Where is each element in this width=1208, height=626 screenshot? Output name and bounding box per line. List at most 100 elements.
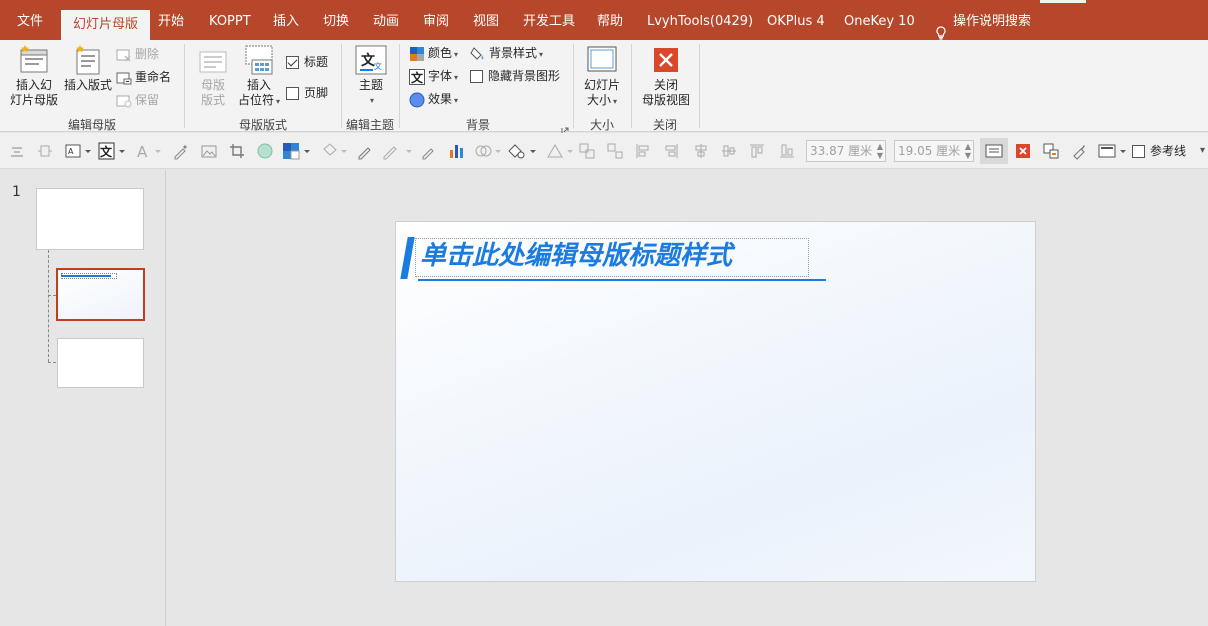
brush-icon[interactable] [1070,142,1088,160]
tab-lvyhtools[interactable]: LvyhTools(0429) [647,0,753,40]
effects-button[interactable]: 效果 ▾ [409,89,458,109]
colors-button[interactable]: 颜色 ▾ [409,43,458,63]
slide-title[interactable]: 单击此处编辑母版标题样式 [420,238,732,274]
group-label-background: 背景 [465,118,490,132]
svg-text:文: 文 [374,61,382,71]
dropdown-caret-icon: ▾ [454,73,459,82]
spinner-icon[interactable]: ▲ ▼ [965,142,971,160]
fonts-button[interactable]: 文字体 ▾ [409,66,458,86]
ribbon: 插入幻 灯片母版 插入版式 删除 重命名 保留 编辑母版 母版 版式 插入 占位… [0,40,1208,135]
width-input[interactable]: 33.87 厘米 ▲ ▼ [806,140,886,162]
font-color-icon[interactable]: A [136,142,162,161]
selection-pane-icon[interactable] [985,142,1003,160]
master-layout-button[interactable]: 母版 版式 [192,44,234,108]
slide-master-thumbnail[interactable] [36,188,144,250]
dropdown-caret-icon: ▾ [454,96,459,105]
tab-transitions[interactable]: 切换 [323,0,349,40]
align-center-icon[interactable] [692,142,710,160]
background-styles-label: 背景样式 [489,46,538,60]
tab-animations[interactable]: 动画 [373,0,399,40]
rename-label: 重命名 [135,70,172,84]
slide-number: 1 [12,184,21,200]
dialog-launcher-icon[interactable] [561,120,569,135]
delete-red-icon[interactable] [1014,142,1032,160]
picture-icon[interactable] [200,142,218,160]
chart-icon[interactable] [448,142,466,160]
tab-home[interactable]: 开始 [158,0,184,40]
tab-insert[interactable]: 插入 [273,0,299,40]
delete-icon [116,49,131,61]
layout-thumbnail-selected[interactable] [56,268,145,321]
tab-developer[interactable]: 开发工具 [523,0,575,40]
shape-fill-icon[interactable] [256,142,274,160]
dropdown-caret-icon: ▾ [613,97,618,106]
footer-check-icon [286,87,299,100]
insert-layout-button[interactable]: 插入版式 [62,44,114,93]
distribute-icon[interactable] [36,142,54,160]
title-check-icon [286,56,299,69]
tab-review[interactable]: 审阅 [423,0,449,40]
align-left-icon[interactable] [634,142,652,160]
align-bottom-icon[interactable] [778,142,796,160]
pen-icon[interactable] [356,142,374,160]
spinner-icon[interactable]: ▲ ▼ [877,142,883,160]
tab-onekey[interactable]: OneKey 10 [844,0,915,40]
preserve-label: 保留 [135,93,160,107]
tab-koppt[interactable]: KOPPT [209,0,251,40]
height-value: 19.05 厘米 [898,144,961,158]
insert-placeholder-button[interactable]: 插入 占位符 ▾ [236,44,282,109]
effects-label: 效果 [428,92,453,106]
slide-size-button[interactable]: 幻灯片 大小 ▾ [580,44,624,109]
delete-button[interactable]: 删除 [116,44,159,64]
shapes-icon[interactable] [506,142,538,160]
align-top-icon[interactable] [748,142,766,160]
align-middle-icon[interactable] [720,142,738,160]
footer-checkbox[interactable]: 页脚 [286,83,328,103]
tab-view[interactable]: 视图 [473,0,499,40]
preserve-button[interactable]: 保留 [116,90,159,110]
guides-checkbox[interactable]: 参考线 [1132,142,1186,159]
textbox-icon[interactable]: A [64,142,92,160]
height-input[interactable]: 19.05 厘米 ▲ ▼ [894,140,974,162]
align-right-icon[interactable] [662,142,680,160]
connector-line [48,295,56,296]
title-checkbox[interactable]: 标题 [286,52,328,72]
slide-canvas[interactable]: 单击此处编辑母版标题样式 [395,221,1036,582]
toolbar-overflow-chevron-icon[interactable]: ▾ [1200,145,1205,156]
rename-button[interactable]: 重命名 [116,67,171,87]
themes-button[interactable]: 文 文 主题 ▾ [350,44,392,108]
edit-shape-icon[interactable] [382,142,414,160]
close-master-view-button[interactable]: 关闭 母版视图 [638,44,694,108]
title-checkbox-label: 标题 [304,55,329,69]
format-painter-icon[interactable] [1042,142,1060,160]
color-block-icon[interactable] [282,142,312,160]
align-icon[interactable] [8,142,26,160]
eyedropper-icon[interactable] [172,142,190,160]
ungroup-icon[interactable] [606,142,624,160]
hide-background-graphics-checkbox[interactable]: 隐藏背景图形 [470,66,560,86]
tab-okplus[interactable]: OKPlus 4 [767,0,825,40]
tell-me-search[interactable]: 操作说明搜索 [935,0,1031,40]
master-layout-label-1: 母版 [200,78,225,92]
background-styles-button[interactable]: 背景样式 ▾ [470,43,543,63]
tab-file[interactable]: 文件 [17,0,43,40]
footer-checkbox-label: 页脚 [304,86,329,100]
crop-icon[interactable] [228,142,246,160]
tab-help[interactable]: 帮助 [597,0,623,40]
merge-shapes-icon[interactable] [474,142,502,160]
title-bar-button[interactable] [1040,0,1086,3]
text-direction-icon[interactable]: 文 [98,142,126,160]
view-frame-icon[interactable] [1098,142,1128,160]
tab-slide-master[interactable]: 幻灯片母版 [61,10,151,40]
connector-line [48,250,49,362]
dropdown-caret-icon: ▾ [369,96,374,105]
insert-slide-master-icon [20,45,48,73]
guides-check-icon [1132,145,1145,158]
dropper-blue-icon[interactable] [420,142,438,160]
insert-slide-master-button[interactable]: 插入幻 灯片母版 [8,44,60,108]
paint-bucket-icon[interactable] [320,142,348,160]
group-objects-icon[interactable] [578,142,596,160]
slide-size-label-1: 幻灯片 [583,78,620,92]
arrange-icon[interactable] [546,142,574,160]
layout-thumbnail[interactable] [57,338,144,388]
